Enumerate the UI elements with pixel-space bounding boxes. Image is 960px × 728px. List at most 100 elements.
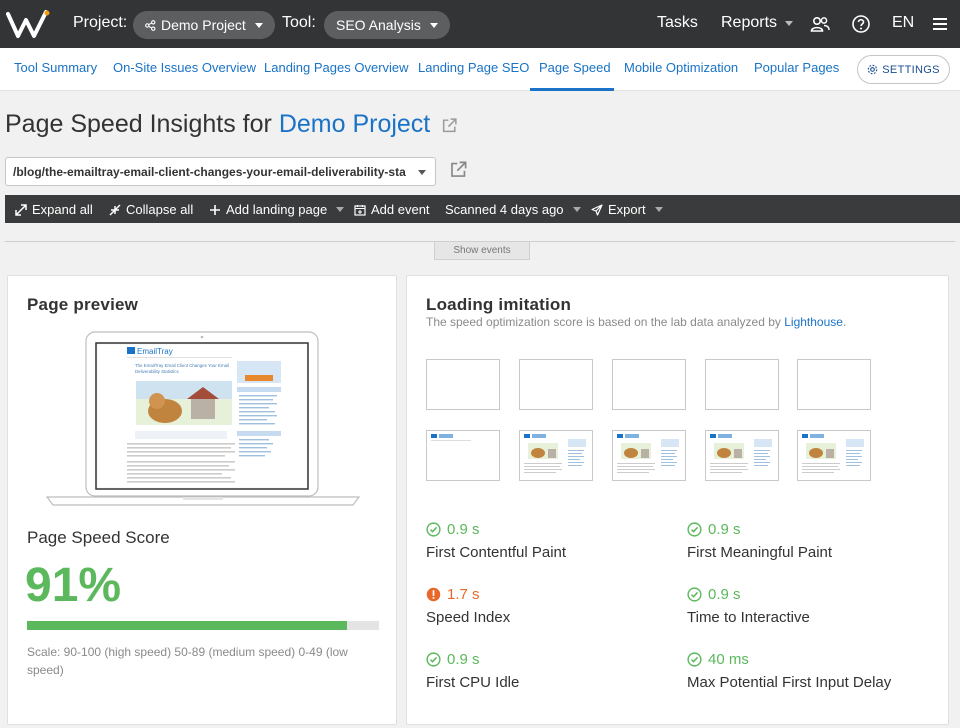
loading-frame-partial xyxy=(426,430,500,481)
add-landing-page-label: Add landing page xyxy=(226,202,328,217)
metric-value-row: 0.9 s xyxy=(426,521,666,538)
svg-text:EmailTray: EmailTray xyxy=(137,347,173,356)
metric-time-to-interactive: 0.9 s Time to Interactive xyxy=(687,586,927,626)
check-circle-icon xyxy=(687,522,702,537)
loading-frame-empty xyxy=(705,359,779,410)
collapse-all-button[interactable]: Collapse all xyxy=(109,202,193,217)
tool-dropdown[interactable]: SEO Analysis xyxy=(324,11,450,39)
chevron-down-icon xyxy=(785,20,794,26)
help-icon[interactable] xyxy=(851,14,871,34)
loading-frame-full xyxy=(797,430,871,481)
loading-frame-full xyxy=(705,430,779,481)
page-title-prefix: Page Speed Insights for xyxy=(5,110,272,138)
add-event-button[interactable]: Add event xyxy=(354,202,430,217)
laptop-preview-image: EmailTray The EmailTray Email Client Cha… xyxy=(45,331,361,506)
tool-label: Tool: xyxy=(282,14,316,31)
metric-label: Max Potential First Input Delay xyxy=(687,674,892,691)
metric-label: First Contentful Paint xyxy=(426,544,567,561)
scanned-dropdown[interactable]: Scanned 4 days ago xyxy=(445,202,581,217)
metric-label: Speed Index xyxy=(426,609,511,626)
tab-popular-pages[interactable]: Popular Pages xyxy=(754,60,839,75)
tab-tool-summary[interactable]: Tool Summary xyxy=(14,60,97,75)
page-preview-title: Page preview xyxy=(27,295,139,314)
metric-value: 0.9 s xyxy=(447,521,480,538)
metric-value: 40 ms xyxy=(708,651,749,668)
settings-button[interactable]: SETTINGS xyxy=(857,55,950,84)
app-logo-icon[interactable] xyxy=(6,10,52,40)
export-button[interactable]: Export xyxy=(591,202,663,217)
landing-page-url-select[interactable]: /blog/the-emailtray-email-client-changes… xyxy=(5,157,436,186)
chevron-down-icon xyxy=(654,207,663,212)
metric-max-potential-first-input-delay: 40 ms Max Potential First Input Delay xyxy=(687,651,927,691)
metric-speed-index: 1.7 s Speed Index xyxy=(426,586,666,626)
plus-icon xyxy=(210,204,220,215)
chevron-down-icon xyxy=(418,170,426,175)
loading-imitation-subtitle: The speed optimization score is based on… xyxy=(426,315,846,329)
metric-value-row: 0.9 s xyxy=(426,651,666,668)
project-dropdown-value: Demo Project xyxy=(161,17,246,33)
svg-text:Deliverability Statistics: Deliverability Statistics xyxy=(135,369,179,374)
collapse-all-label: Collapse all xyxy=(126,202,194,217)
project-label: Project: xyxy=(73,14,128,31)
tool-dropdown-value: SEO Analysis xyxy=(336,17,421,33)
metric-label: Time to Interactive xyxy=(687,609,810,626)
metric-first-cpu-idle: 0.9 s First CPU Idle xyxy=(426,651,666,691)
hamburger-menu-icon[interactable] xyxy=(932,16,948,32)
chevron-down-icon xyxy=(429,22,438,28)
reports-menu-label: Reports xyxy=(721,14,778,31)
frame-thumbnail-image xyxy=(802,434,864,473)
page-title-project-link[interactable]: Demo Project xyxy=(279,110,430,138)
page-speed-score-value: 91% xyxy=(25,559,122,612)
calendar-plus-icon xyxy=(354,204,366,216)
frame-thumbnail-image xyxy=(710,434,772,473)
add-landing-page-button[interactable]: Add landing page xyxy=(209,202,345,217)
frame-thumbnail-image xyxy=(617,434,679,473)
page-title: Page Speed Insights for Demo Project xyxy=(5,110,458,139)
tab-page-speed[interactable]: Page Speed xyxy=(539,60,611,75)
settings-button-label: SETTINGS xyxy=(882,63,940,76)
frame-thumbnail-image xyxy=(524,434,586,473)
tab-landing-pages-overview[interactable]: Landing Pages Overview xyxy=(264,60,409,75)
loading-frame-full xyxy=(612,430,686,481)
chevron-down-icon xyxy=(572,207,581,212)
lighthouse-link[interactable]: Lighthouse xyxy=(784,315,843,329)
loading-frame-full xyxy=(519,430,593,481)
show-events-button[interactable]: Show events xyxy=(434,242,530,260)
loading-imitation-card: Loading imitation The speed optimization… xyxy=(406,275,949,725)
external-link-icon[interactable] xyxy=(449,160,468,179)
check-circle-icon xyxy=(426,652,441,667)
score-progress-fill xyxy=(27,621,348,630)
collapse-icon xyxy=(109,203,121,216)
users-icon[interactable] xyxy=(810,14,830,34)
metric-first-contentful-paint: 0.9 s First Contentful Paint xyxy=(426,521,666,561)
metric-value-row: 0.9 s xyxy=(687,521,927,538)
score-scale-note: Scale: 90-100 (high speed) 50-89 (medium… xyxy=(27,645,348,677)
check-circle-icon xyxy=(687,587,702,602)
loading-imitation-title: Loading imitation xyxy=(426,295,572,314)
frame-thumbnail-image xyxy=(431,434,471,441)
tab-mobile-optimization[interactable]: Mobile Optimization xyxy=(624,60,738,75)
loading-frame-empty xyxy=(519,359,593,410)
loading-frame-empty xyxy=(612,359,686,410)
tab-landing-page-seo[interactable]: Landing Page SEO xyxy=(418,60,529,75)
metric-value: 1.7 s xyxy=(447,586,480,603)
landing-page-url-value: /blog/the-emailtray-email-client-changes… xyxy=(13,164,406,179)
expand-icon xyxy=(15,203,27,216)
language-selector[interactable]: EN xyxy=(892,14,914,32)
metric-value: 0.9 s xyxy=(708,521,741,538)
metric-first-meaningful-paint: 0.9 s First Meaningful Paint xyxy=(687,521,927,561)
tasks-menu[interactable]: Tasks xyxy=(657,14,698,32)
reports-menu[interactable]: Reports xyxy=(721,14,794,32)
subtitle-period: . xyxy=(842,315,847,329)
metric-label: First Meaningful Paint xyxy=(687,544,833,561)
scanned-label: Scanned 4 days ago xyxy=(445,202,564,217)
export-label: Export xyxy=(608,202,646,217)
warning-circle-icon xyxy=(426,587,441,602)
external-link-icon[interactable] xyxy=(441,117,458,134)
project-dropdown[interactable]: Demo Project xyxy=(133,11,275,39)
expand-all-button[interactable]: Expand all xyxy=(15,202,93,217)
tab-on-site-issues-overview[interactable]: On-Site Issues Overview xyxy=(113,60,256,75)
add-event-label: Add event xyxy=(371,202,430,217)
top-navigation-bar: Project: Demo Project Tool: SEO Analysis… xyxy=(0,0,960,48)
loading-frame-empty xyxy=(797,359,871,410)
